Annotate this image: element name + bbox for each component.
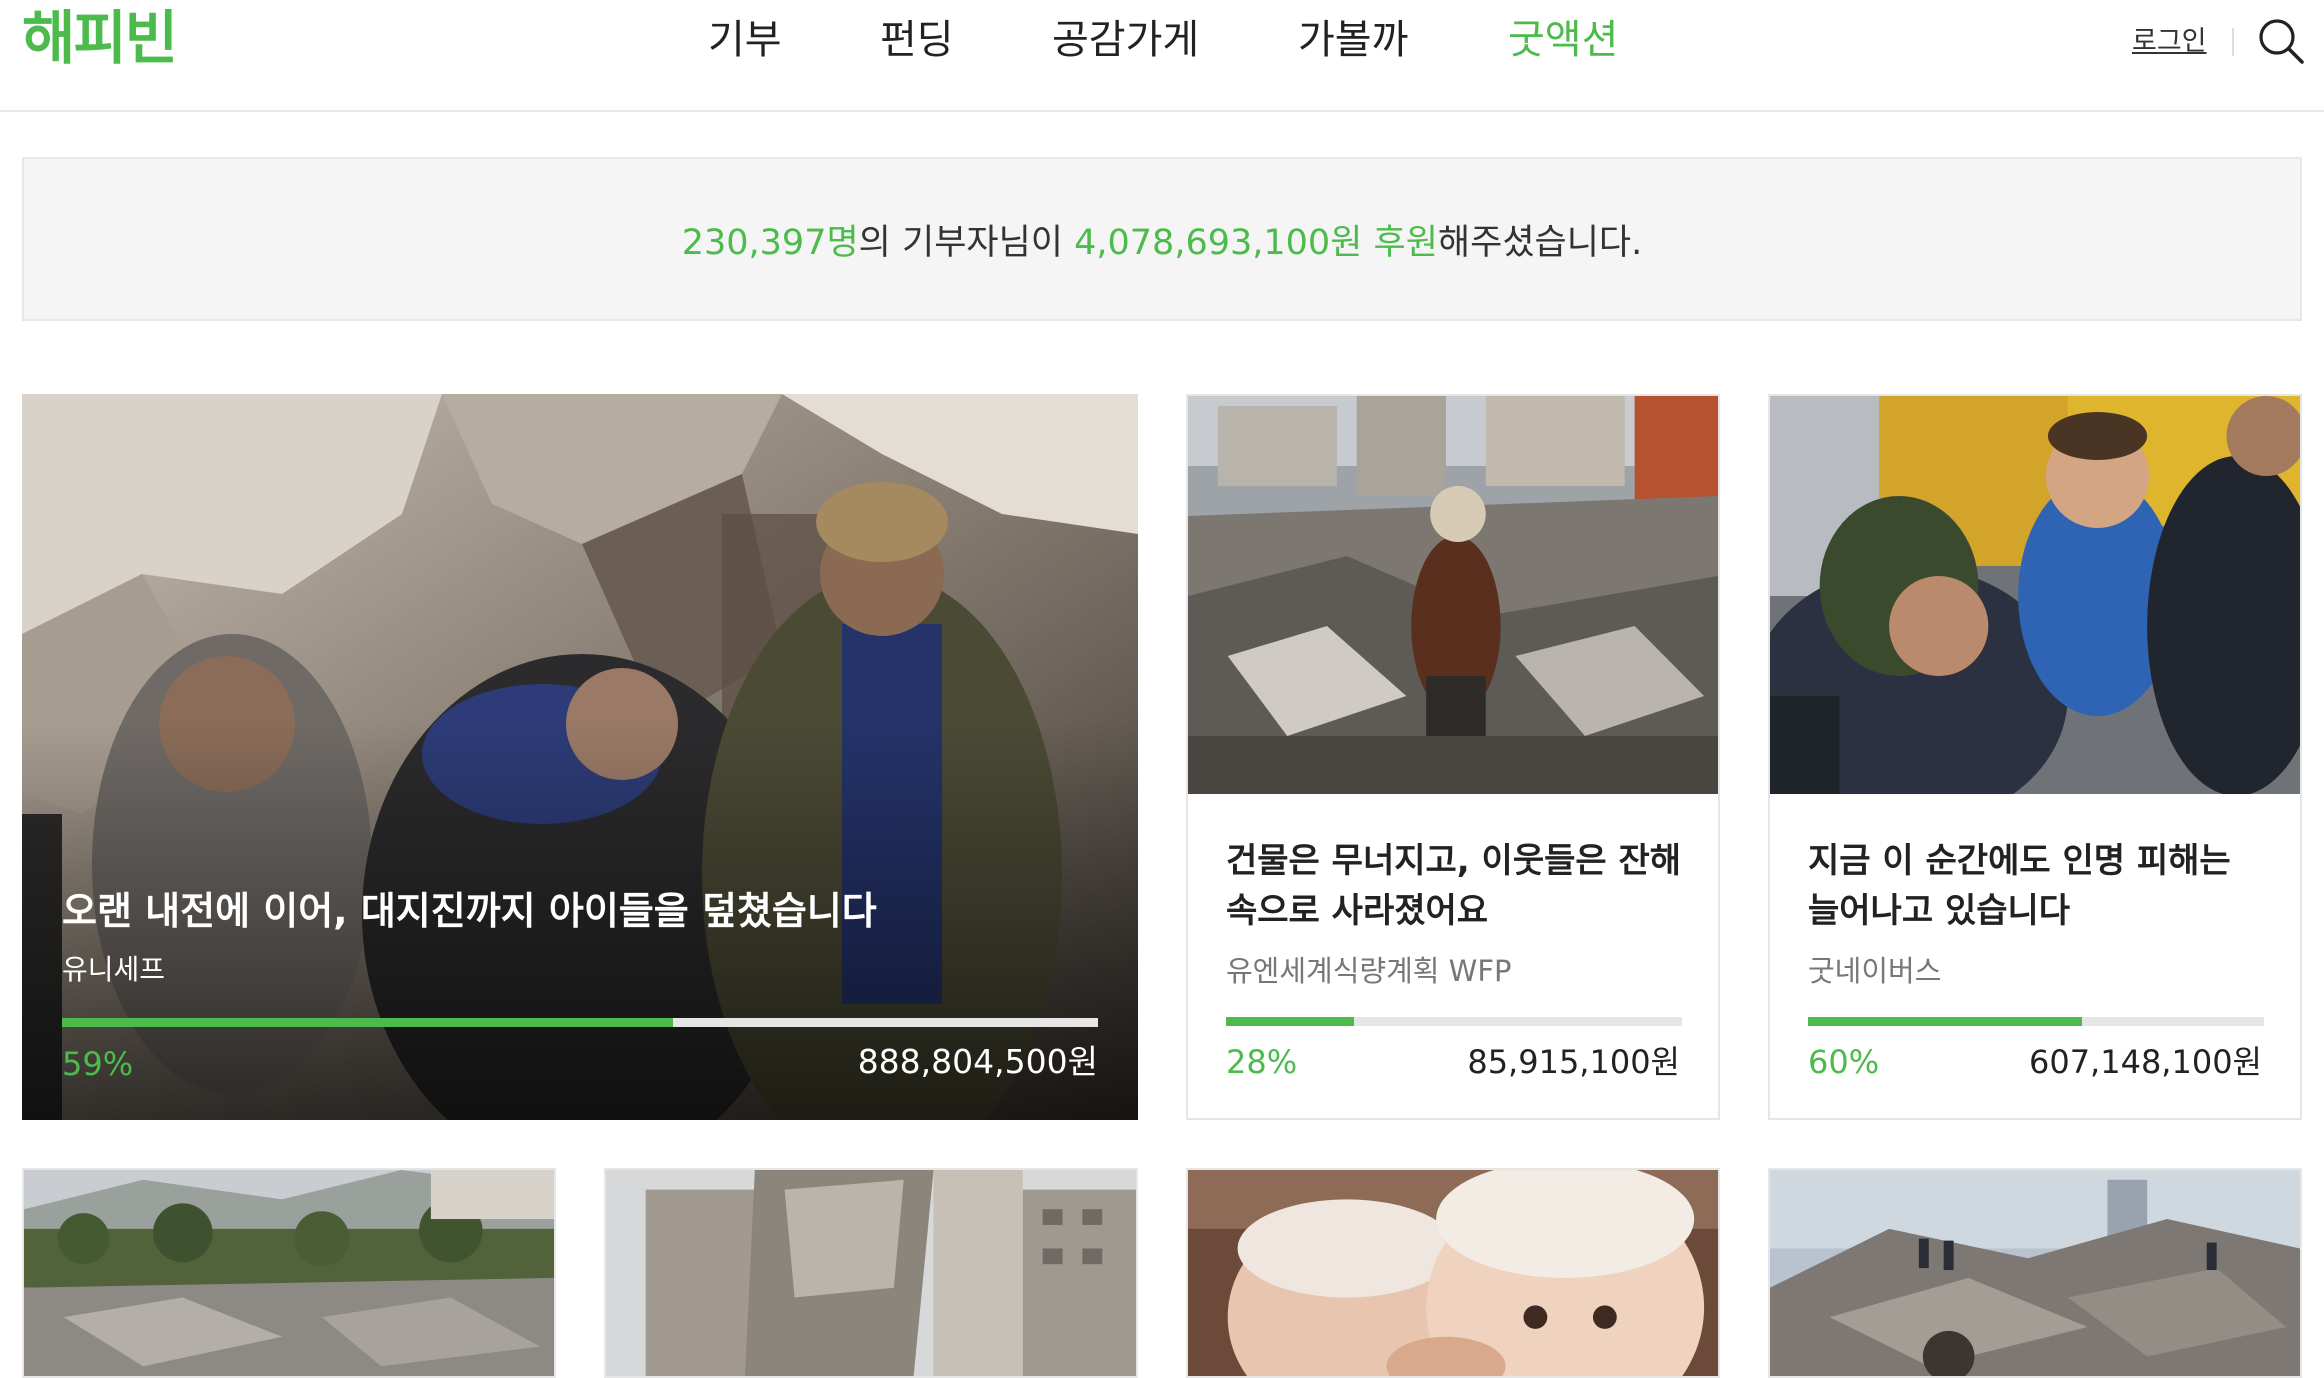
donation-stats-banner: 230,397명 의 기부자님이 4,078,693,100원 후원 해주셨습니다.	[22, 157, 2302, 321]
nav-donate[interactable]: 기부	[708, 10, 782, 70]
campaign-progress-fill	[1226, 1017, 1354, 1026]
campaign-title[interactable]: 건물은 무너지고, 이웃들은 잔해 속으로 사라졌어요	[1226, 836, 1686, 936]
nav-empathy-store[interactable]: 공감가게	[1052, 10, 1199, 70]
campaign-card-thumbnail[interactable]	[604, 1168, 1138, 1378]
campaign-progress-bar	[1226, 1017, 1682, 1026]
search-icon	[2259, 19, 2304, 64]
campaign-card[interactable]: 건물은 무너지고, 이웃들은 잔해 속으로 사라졌어요 유엔세계식량계획 WFP…	[1186, 394, 1720, 1120]
campaign-progress-bar	[1808, 1017, 2264, 1026]
nav-funding[interactable]: 펀딩	[880, 10, 954, 70]
featured-progress-bar	[62, 1018, 1098, 1027]
campaign-photo	[1770, 396, 2300, 794]
campaign-photo	[1188, 1170, 1718, 1376]
campaign-photo	[24, 1170, 554, 1376]
campaign-raised-amount: 607,148,100원	[2028, 1043, 2262, 1081]
stats-text-tail: 해주셨습니다.	[1437, 222, 1643, 263]
campaign-raised-amount: 85,915,100원	[1467, 1043, 1680, 1081]
campaign-photo	[1770, 1170, 2300, 1376]
campaign-photo	[1188, 396, 1718, 794]
featured-progress-fill	[62, 1018, 674, 1027]
campaign-card-thumbnail[interactable]	[1768, 1168, 2302, 1378]
search-button[interactable]	[2256, 16, 2306, 66]
header-divider	[2232, 28, 2234, 56]
featured-progress-percent: 59%	[62, 1045, 134, 1083]
campaign-card[interactable]: 지금 이 순간에도 인명 피해는 늘어나고 있습니다 굿네이버스 60% 607…	[1768, 394, 2302, 1120]
campaign-progress-percent: 60%	[1808, 1043, 1880, 1081]
featured-raised-amount: 888,804,500원	[857, 1042, 1098, 1081]
site-header: 해피빈 기부 펀딩 공감가게 가볼까 굿액션 로그인	[0, 0, 2324, 112]
nav-gabolkka[interactable]: 가볼까	[1298, 10, 1408, 70]
nav-good-action[interactable]: 굿액션	[1508, 10, 1618, 70]
happybean-logo[interactable]: 해피빈	[22, 2, 178, 74]
login-link[interactable]: 로그인	[2132, 22, 2207, 62]
campaign-photo	[606, 1170, 1136, 1376]
campaign-progress-fill	[1808, 1017, 2082, 1026]
donation-total: 4,078,693,100원 후원	[1074, 222, 1438, 263]
featured-campaign-org: 유니세프	[62, 953, 166, 986]
featured-photo-overlay	[22, 394, 1138, 1120]
campaign-card-thumbnail[interactable]	[1186, 1168, 1720, 1378]
campaign-progress-percent: 28%	[1226, 1043, 1298, 1081]
featured-campaign-title[interactable]: 오랜 내전에 이어, 대지진까지 아이들을 덮쳤습니다	[62, 886, 877, 936]
campaign-org: 유엔세계식량계획 WFP	[1226, 954, 1512, 988]
stats-text-middle: 의 기부자님이	[858, 222, 1075, 263]
campaign-org: 굿네이버스	[1808, 954, 1942, 988]
campaign-title[interactable]: 지금 이 순간에도 인명 피해는 늘어나고 있습니다	[1808, 836, 2268, 936]
donor-count: 230,397명	[681, 222, 859, 263]
featured-campaign-card[interactable]: 오랜 내전에 이어, 대지진까지 아이들을 덮쳤습니다 유니세프 59% 888…	[22, 394, 1138, 1120]
campaign-card-thumbnail[interactable]	[22, 1168, 556, 1378]
